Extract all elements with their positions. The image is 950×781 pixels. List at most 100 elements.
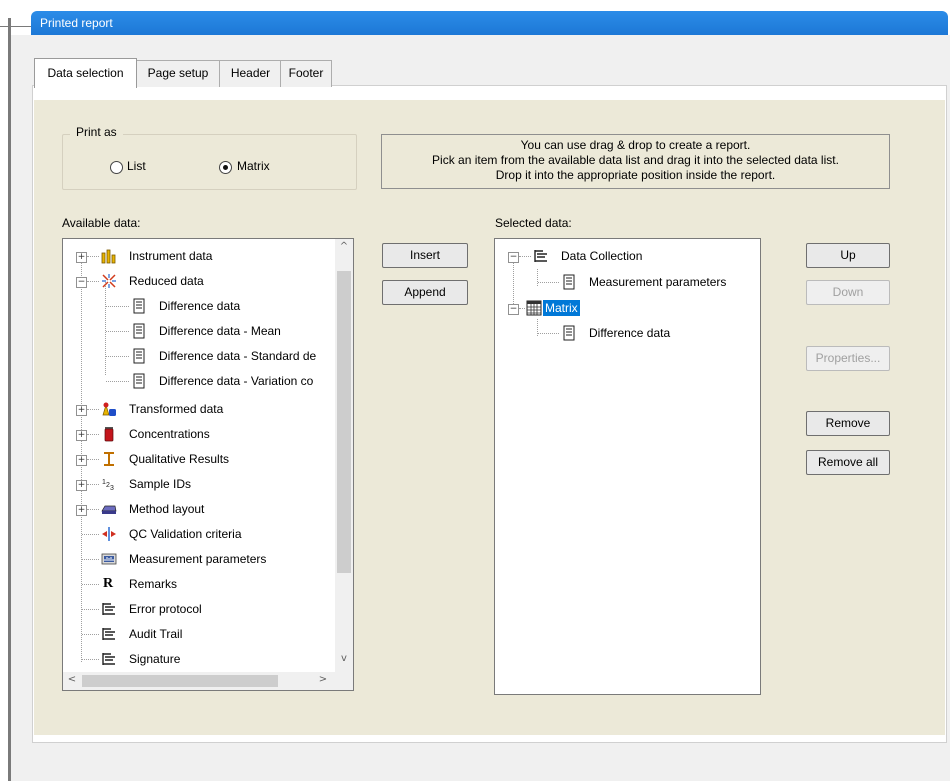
selected-data-tree[interactable]: − Data Collection Measurement parameters… (494, 238, 761, 695)
print-as-label: Print as (70, 125, 123, 139)
collapse-icon[interactable]: − (508, 304, 519, 315)
tree-item-concentrations[interactable]: + Concentrations (63, 423, 333, 445)
scroll-corner (335, 672, 353, 690)
tree-item-sample-ids[interactable]: + 1 2 3 Sample IDs (63, 473, 333, 495)
horizontal-scrollbar[interactable]: < > (63, 672, 335, 690)
tree-item-transformed-data[interactable]: + Transformed data (63, 398, 333, 420)
available-data-tree[interactable]: + Instrument data − Reduced data Differe… (62, 238, 354, 691)
tree-item-difference-data-cv[interactable]: Difference data - Variation co (63, 370, 333, 392)
collapse-icon[interactable]: − (76, 277, 87, 288)
window-titlebar[interactable]: Printed report (31, 11, 948, 35)
vertical-scroll-thumb[interactable] (337, 271, 351, 573)
tree-item-label: Qualitative Results (129, 452, 230, 466)
tree-item-label: Audit Trail (129, 627, 183, 641)
hint-line: You can use drag & drop to create a repo… (520, 138, 751, 152)
list-icon (102, 603, 115, 615)
down-button[interactable]: Down (806, 280, 890, 305)
radio-list-label[interactable]: List (127, 159, 146, 173)
tree-item-data-collection[interactable]: − Data Collection (495, 245, 755, 267)
tree-item-measurement-parameters[interactable]: Measurement parameters (495, 271, 755, 293)
properties-button[interactable]: Properties... (806, 346, 890, 371)
concentrations-icon (104, 427, 114, 442)
radio-matrix[interactable] (219, 161, 232, 174)
drag-drop-hint: You can use drag & drop to create a repo… (381, 134, 890, 189)
remove-all-button[interactable]: Remove all (806, 450, 890, 475)
expand-icon[interactable]: + (76, 455, 87, 466)
tree-item-label: Difference data - Standard de (159, 349, 317, 363)
tree-item-label: Instrument data (129, 249, 213, 263)
scroll-left-arrow-icon[interactable]: < (65, 674, 79, 685)
tree-item-difference-data-mean[interactable]: Difference data - Mean (63, 320, 333, 342)
tree-item-label: Sample IDs (129, 477, 192, 491)
append-button[interactable]: Append (382, 280, 468, 305)
expand-icon[interactable]: + (76, 252, 87, 263)
measurement-parameters-icon (101, 553, 117, 565)
tree-item-signature[interactable]: Signature (63, 648, 333, 670)
scroll-down-arrow-icon[interactable]: v (335, 653, 353, 664)
expand-icon[interactable]: + (76, 505, 87, 516)
scroll-up-arrow-icon[interactable]: ^ (335, 241, 353, 252)
tree-item-label: Concentrations (129, 427, 210, 441)
list-icon (102, 653, 115, 665)
radio-matrix-label[interactable]: Matrix (237, 159, 270, 173)
svg-text:3: 3 (110, 485, 114, 492)
tab-data-selection[interactable]: Data selection (34, 58, 137, 88)
collapse-icon[interactable]: − (508, 252, 519, 263)
document-icon (133, 323, 145, 339)
tree-item-method-layout[interactable]: + Method layout (63, 498, 333, 520)
document-icon (563, 274, 575, 290)
tree-item-error-protocol[interactable]: Error protocol (63, 598, 333, 620)
selected-data-label: Selected data: (495, 216, 572, 230)
document-icon (133, 348, 145, 364)
document-icon (563, 325, 575, 341)
tree-item-matrix[interactable]: − Matrix (495, 297, 755, 319)
tree-item-difference-data-std[interactable]: Difference data - Standard de (63, 345, 333, 367)
tree-item-label: Reduced data (129, 274, 204, 288)
tree-item-label: Measurement parameters (589, 275, 727, 289)
print-as-group (62, 134, 357, 190)
sample-ids-icon: 1 2 3 (102, 479, 114, 492)
window-top-border (0, 26, 32, 27)
tree-item-label: Error protocol (129, 602, 202, 616)
insert-button[interactable]: Insert (382, 243, 468, 268)
tree-item-label: Matrix (543, 300, 580, 316)
tree-item-difference-data[interactable]: Difference data (495, 322, 755, 344)
tab-label: Data selection (47, 66, 124, 80)
hint-line: Pick an item from the available data lis… (432, 153, 839, 167)
list-icon (102, 628, 115, 640)
tab-label: Header (230, 66, 271, 80)
tree-item-qc-validation[interactable]: QC Validation criteria (63, 523, 333, 545)
radio-list[interactable] (110, 161, 123, 174)
expand-icon[interactable]: + (76, 430, 87, 441)
tree-item-label: Difference data (589, 326, 671, 340)
window-title: Printed report (40, 16, 113, 30)
tab-header[interactable]: Header (219, 60, 282, 87)
tree-item-difference-data[interactable]: Difference data (63, 295, 333, 317)
tree-item-remarks[interactable]: R Remarks (63, 573, 333, 595)
horizontal-scroll-thumb[interactable] (82, 675, 278, 687)
expand-icon[interactable]: + (76, 480, 87, 491)
document-icon (133, 298, 145, 314)
tree-item-reduced-data[interactable]: − Reduced data (63, 270, 333, 292)
tree-item-label: Remarks (129, 577, 178, 591)
tree-item-label: Difference data - Variation co (159, 374, 314, 388)
up-button[interactable]: Up (806, 243, 890, 268)
tree-item-measurement-parameters[interactable]: Measurement parameters (63, 548, 333, 570)
tree-item-instrument-data[interactable]: + Instrument data (63, 245, 333, 267)
tree-item-label: Measurement parameters (129, 552, 267, 566)
tab-label: Page setup (147, 66, 209, 80)
tree-item-label: Signature (129, 652, 181, 666)
available-data-label: Available data: (62, 216, 141, 230)
expand-icon[interactable]: + (76, 405, 87, 416)
tree-item-audit-trail[interactable]: Audit Trail (63, 623, 333, 645)
tab-footer[interactable]: Footer (280, 60, 332, 87)
tab-page-setup[interactable]: Page setup (135, 60, 221, 87)
vertical-scrollbar[interactable]: ^ v (335, 239, 353, 672)
scroll-right-arrow-icon[interactable]: > (316, 674, 330, 685)
remove-button[interactable]: Remove (806, 411, 890, 436)
tree-item-label: Difference data - Mean (159, 324, 281, 338)
hint-line: Drop it into the appropriate position in… (495, 168, 776, 182)
method-layout-icon (101, 505, 117, 514)
qc-validation-icon (102, 527, 116, 541)
tree-item-qualitative-results[interactable]: + Qualitative Results (63, 448, 333, 470)
